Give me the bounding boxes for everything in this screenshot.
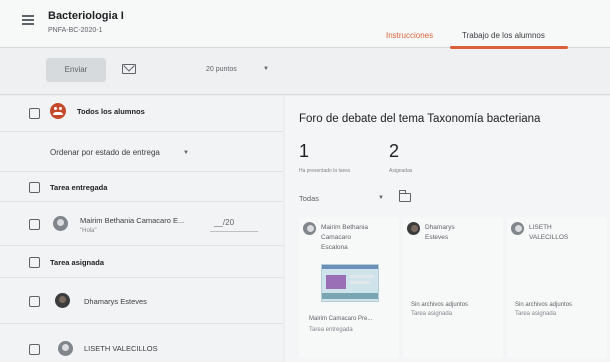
- sort-row[interactable]: Ordenar por estado de entrega ▼: [0, 132, 283, 172]
- submission-status: Tarea asignada: [515, 311, 557, 317]
- student-name: LISETH VALECILLOS: [84, 344, 158, 353]
- toolbar: Enviar 20 puntos ▼: [0, 49, 610, 95]
- student-card[interactable]: Dhamarys Esteves Sin archivos adjuntos T…: [403, 218, 503, 358]
- section-header-assigned: Tarea asignada: [0, 246, 283, 278]
- avatar: [303, 222, 316, 235]
- tab-student-work[interactable]: Trabajo de los alumnos: [462, 31, 545, 40]
- avatar: [511, 222, 524, 235]
- student-name: Mairim Bethania Camacaro E...: [80, 216, 185, 225]
- section-checkbox[interactable]: [29, 182, 40, 193]
- assignment-title: Foro de debate del tema Taxonomía bacter…: [299, 113, 541, 125]
- attachment-thumbnail[interactable]: [321, 264, 379, 302]
- section-header-submitted: Tarea entregada: [0, 172, 283, 202]
- student-row[interactable]: Dhamarys Esteves: [0, 278, 283, 324]
- avatar: [407, 222, 420, 235]
- course-code: PNFA-BC-2020-1: [48, 27, 103, 34]
- chevron-down-icon[interactable]: ▼: [263, 66, 269, 72]
- student-checkbox[interactable]: [29, 219, 40, 230]
- avatar: [55, 293, 70, 308]
- submission-status: Tarea asignada: [411, 311, 453, 317]
- avatar: [53, 216, 68, 231]
- attachment-status: Sin archivos adjuntos: [515, 302, 573, 308]
- send-button[interactable]: Enviar: [46, 58, 106, 82]
- assigned-label: Asignadas: [389, 168, 413, 174]
- tab-instructions[interactable]: Instrucciones: [386, 31, 433, 40]
- student-card[interactable]: LISETH VALECILLOS Sin archivos adjuntos …: [507, 218, 607, 358]
- section-label: Tarea entregada: [50, 183, 108, 192]
- assignment-detail-panel: Foro de debate del tema Taxonomía bacter…: [285, 96, 610, 362]
- card-student-name: LISETH VALECILLOS: [529, 224, 569, 241]
- mail-icon[interactable]: [122, 64, 136, 74]
- course-title[interactable]: Bacteriologia I: [48, 10, 124, 22]
- chevron-down-icon[interactable]: ▼: [183, 150, 189, 156]
- submission-status: Tarea entregada: [309, 327, 353, 333]
- assigned-count: 2: [389, 141, 400, 161]
- avatar: [58, 341, 73, 356]
- folder-icon[interactable]: [398, 190, 411, 202]
- section-checkbox[interactable]: [29, 257, 40, 268]
- student-checkbox[interactable]: [29, 344, 40, 355]
- student-row[interactable]: LISETH VALECILLOS: [0, 324, 283, 362]
- attachment-name[interactable]: Mairim Camacaro Pre...: [309, 316, 372, 322]
- sort-dropdown[interactable]: Ordenar por estado de entrega: [50, 148, 160, 157]
- group-icon: [50, 103, 66, 119]
- hamburger-menu-icon[interactable]: [22, 15, 34, 25]
- points-dropdown[interactable]: 20 puntos: [206, 66, 237, 73]
- turned-in-label: Ha presentado la tarea: [299, 168, 350, 174]
- student-list-panel: Todos los alumnos Ordenar por estado de …: [0, 96, 283, 362]
- card-student-name: Dhamarys Esteves: [425, 224, 455, 241]
- all-students-row[interactable]: Todos los alumnos: [0, 96, 283, 132]
- all-students-label: Todos los alumnos: [77, 107, 145, 116]
- card-student-name: Mairim Bethania Camacaro Escalona: [321, 224, 368, 251]
- turned-in-count: 1: [299, 141, 310, 161]
- section-label: Tarea asignada: [50, 258, 105, 267]
- student-card[interactable]: Mairim Bethania Camacaro Escalona Mairim…: [299, 218, 399, 358]
- student-row[interactable]: Mairim Bethania Camacaro E... "Hola" __/…: [0, 202, 283, 246]
- select-all-checkbox[interactable]: [29, 108, 40, 119]
- student-checkbox[interactable]: [29, 296, 40, 307]
- filter-dropdown[interactable]: Todas: [299, 194, 319, 203]
- student-name: Dhamarys Esteves: [84, 297, 147, 306]
- grade-input[interactable]: __/20: [210, 216, 258, 232]
- private-comment: "Hola": [80, 228, 97, 234]
- app-header: Bacteriologia I PNFA-BC-2020-1 Instrucci…: [0, 0, 610, 49]
- chevron-down-icon[interactable]: ▼: [378, 195, 384, 201]
- attachment-status: Sin archivos adjuntos: [411, 302, 469, 308]
